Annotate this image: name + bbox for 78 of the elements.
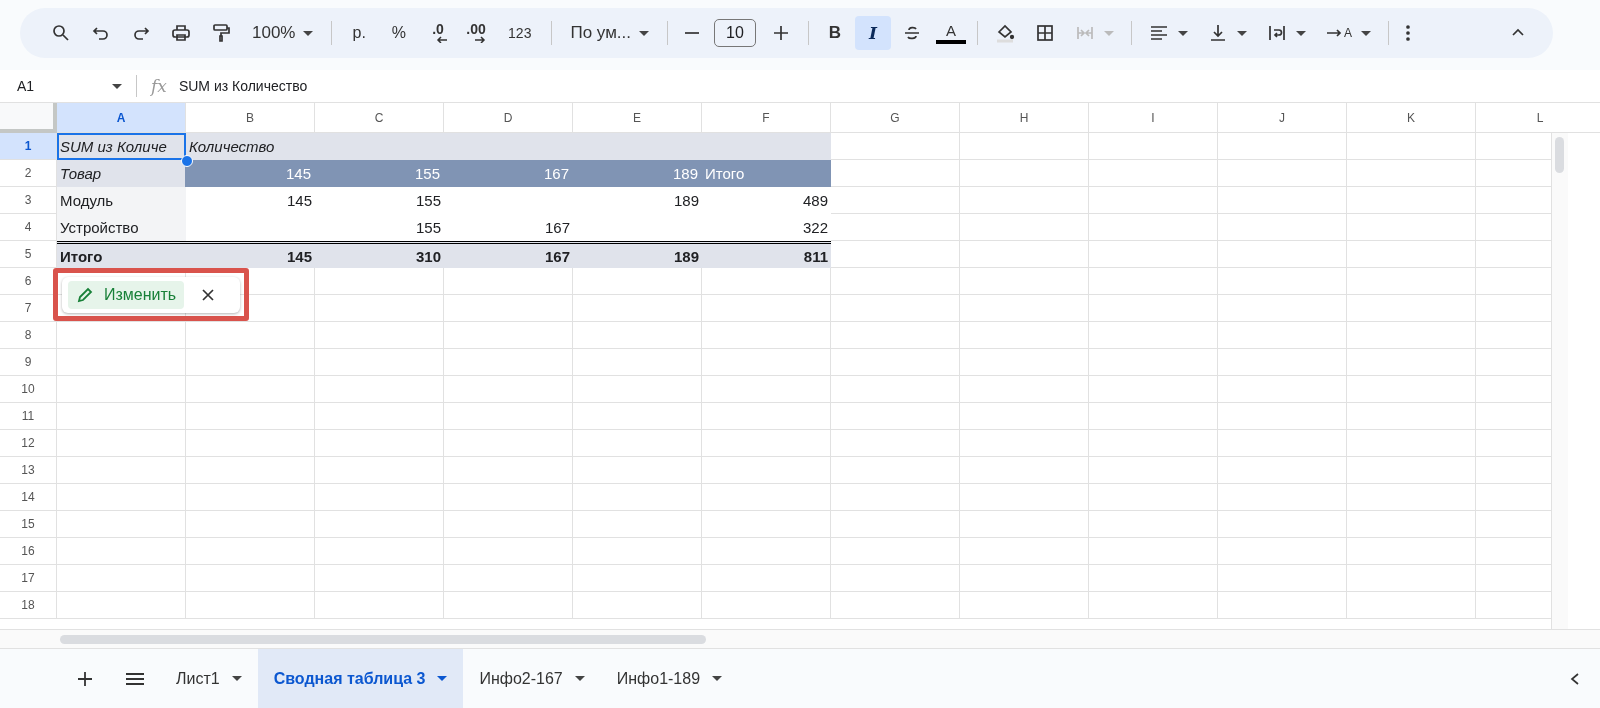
- print-icon: [171, 23, 191, 43]
- sheet-tab[interactable]: Инфо2-167: [463, 649, 601, 708]
- table-cell: 189: [573, 241, 702, 268]
- column-header[interactable]: A: [57, 103, 186, 133]
- table-cell: 155: [315, 214, 444, 241]
- close-icon: [201, 287, 216, 302]
- wrap-icon: [1267, 23, 1287, 43]
- pencil-icon: [76, 285, 94, 304]
- paint-icon: [211, 23, 231, 43]
- table-cell: 811: [702, 241, 831, 268]
- table-cell: 189: [573, 187, 702, 214]
- format-button[interactable]: %: [379, 16, 419, 50]
- bold-button[interactable]: B: [817, 16, 853, 50]
- table-cell: 489: [702, 187, 831, 214]
- table-cell: 167: [444, 214, 573, 241]
- vertical-scrollbar[interactable]: [1551, 133, 1568, 629]
- fill-icon: [995, 23, 1015, 43]
- table-cell: 322: [702, 214, 831, 241]
- caret-icon: [231, 676, 242, 681]
- caret-icon: [1361, 30, 1371, 36]
- table-cell: Количество: [186, 133, 315, 160]
- table-cell: Устройство: [57, 214, 186, 241]
- table-cell: 145: [186, 160, 315, 187]
- table-cell: 167: [444, 241, 573, 268]
- sheet-tab[interactable]: Лист1: [160, 649, 258, 708]
- align-icon: [1149, 23, 1169, 43]
- table-cell: 310: [315, 241, 444, 268]
- table-cell: Товар: [57, 160, 186, 187]
- table-cell: 167: [444, 160, 573, 187]
- table-cell: 145: [186, 241, 315, 268]
- caret-icon: [639, 30, 649, 36]
- format-button[interactable]: р.: [340, 16, 378, 50]
- caret-icon: [437, 676, 448, 681]
- arrow-icon: [436, 35, 449, 43]
- valign-icon: [1208, 23, 1228, 43]
- table-cell: Модуль: [57, 187, 186, 214]
- decimal-button[interactable]: .0: [420, 16, 457, 50]
- format-button[interactable]: 123: [496, 16, 544, 50]
- row-header[interactable]: 1: [0, 133, 57, 160]
- rotate-icon: [1326, 29, 1341, 37]
- table-cell: Итого: [57, 241, 186, 268]
- table-cell: Итого: [702, 160, 831, 187]
- caret-icon: [303, 30, 314, 36]
- name-box[interactable]: A1: [0, 78, 122, 94]
- function-label: fx: [151, 76, 167, 96]
- table-cell: 189: [573, 160, 702, 187]
- table-cell: 145: [186, 187, 315, 214]
- caret-icon: [574, 676, 585, 681]
- font-size-field[interactable]: 10: [714, 19, 756, 47]
- table-cell: 155: [315, 187, 444, 214]
- menu-icon: [126, 671, 144, 686]
- caret-icon: [1104, 30, 1114, 36]
- dropdown-button[interactable]: 100%: [242, 16, 324, 50]
- caret-icon: [1237, 30, 1247, 36]
- italic-button[interactable]: I: [855, 16, 891, 50]
- arrow-icon: [474, 35, 487, 43]
- column-header[interactable]: L: [1476, 103, 1600, 133]
- edit-button[interactable]: Изменить: [68, 280, 185, 309]
- caret-icon: [112, 83, 122, 89]
- minus-icon: [685, 32, 699, 34]
- plus-icon: [77, 670, 93, 687]
- plus-icon: [771, 23, 791, 43]
- sheet-tab[interactable]: Сводная таблица 3: [257, 649, 464, 708]
- caret-icon: [712, 676, 723, 681]
- sheet-tab[interactable]: Инфо1-189: [600, 649, 739, 708]
- formula-text[interactable]: SUM из Количество: [178, 78, 308, 94]
- chevron-left-icon: [1569, 671, 1581, 686]
- decimal-button[interactable]: .00: [458, 16, 495, 50]
- dropdown-button[interactable]: По ум...: [560, 16, 659, 50]
- borders-icon: [1035, 23, 1055, 43]
- more-icon: [1406, 25, 1410, 41]
- rotate-button[interactable]: A: [1317, 16, 1380, 50]
- text-color-button[interactable]: A: [933, 16, 969, 50]
- table-cell: SUM из Количе: [57, 133, 186, 160]
- caret-icon: [1178, 30, 1188, 36]
- search-icon: [51, 23, 71, 43]
- table-cell: 155: [315, 160, 444, 187]
- caret-icon: [1296, 30, 1306, 36]
